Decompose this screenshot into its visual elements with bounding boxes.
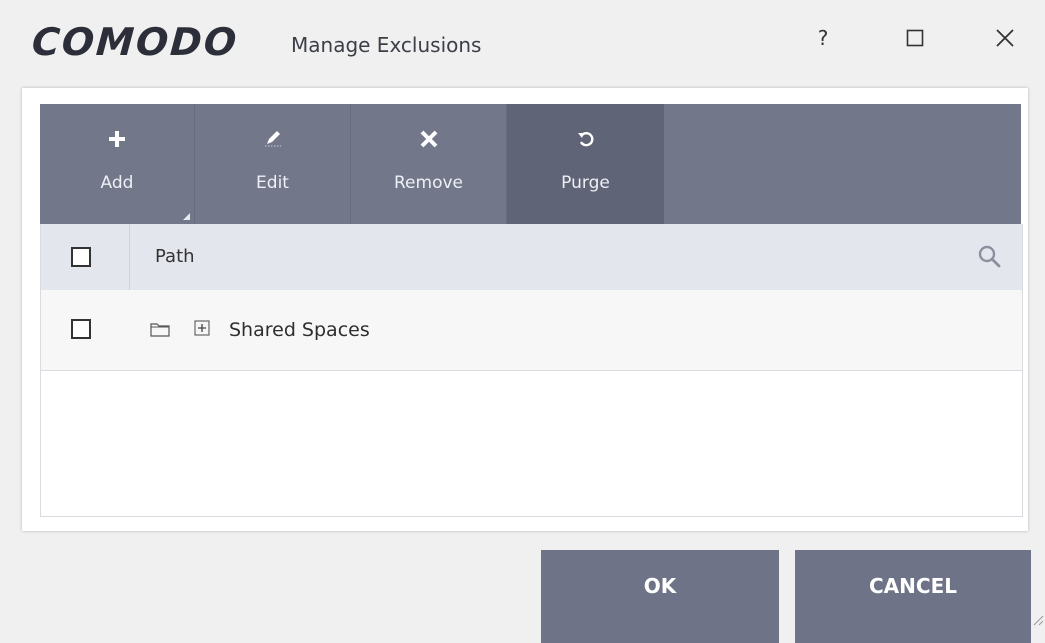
folder-icon xyxy=(150,321,170,341)
close-icon xyxy=(996,29,1014,47)
ok-button[interactable]: OK xyxy=(541,550,779,643)
add-button[interactable]: Add xyxy=(40,104,195,224)
refresh-icon xyxy=(507,128,664,156)
exclusions-panel: Add Edit Remove Purge Path Shared Spaces xyxy=(22,88,1028,531)
maximize-button[interactable] xyxy=(892,18,938,58)
search-icon[interactable] xyxy=(976,243,1004,271)
close-button[interactable] xyxy=(982,18,1028,58)
purge-label: Purge xyxy=(561,173,610,193)
remove-button[interactable]: Remove xyxy=(351,104,507,224)
toolbar: Add Edit Remove Purge xyxy=(40,104,1021,224)
row-path-label: Shared Spaces xyxy=(229,319,370,341)
header-check-cell xyxy=(41,224,130,290)
x-icon xyxy=(351,128,506,156)
edit-button[interactable]: Edit xyxy=(195,104,351,224)
add-label: Add xyxy=(100,173,134,193)
title-bar: COMODO Manage Exclusions ? xyxy=(0,0,1045,88)
cancel-button[interactable]: CANCEL xyxy=(795,550,1031,643)
comodo-logo: COMODO xyxy=(30,20,240,64)
dropdown-indicator-icon xyxy=(183,213,190,220)
resize-grip-icon[interactable] xyxy=(1030,612,1044,626)
exclusions-table: Path Shared Spaces xyxy=(40,224,1023,517)
help-button[interactable]: ? xyxy=(800,18,846,58)
table-header: Path xyxy=(41,224,1022,291)
table-row[interactable]: Shared Spaces xyxy=(41,290,1022,371)
row-checkbox[interactable] xyxy=(71,319,91,339)
dialog-title: Manage Exclusions xyxy=(291,33,482,57)
maximize-icon xyxy=(906,29,924,47)
edit-label: Edit xyxy=(256,173,289,193)
select-all-checkbox[interactable] xyxy=(71,247,91,267)
expand-icon[interactable] xyxy=(194,320,210,340)
plus-icon xyxy=(40,128,194,156)
path-column-header[interactable]: Path xyxy=(155,246,195,267)
purge-button[interactable]: Purge xyxy=(507,104,664,224)
remove-label: Remove xyxy=(394,173,463,193)
pencil-icon xyxy=(195,128,350,156)
